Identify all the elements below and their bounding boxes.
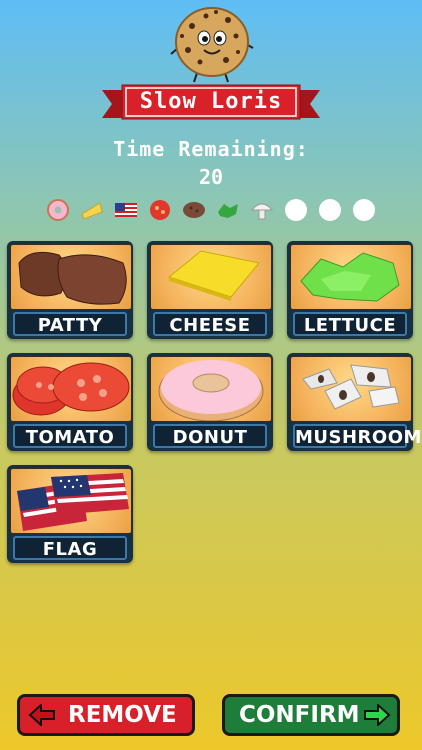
ingredient-card-flag[interactable]: FLAG <box>7 465 133 563</box>
ingredient-card-mushroom[interactable]: MUSHROOM <box>287 353 421 451</box>
ingredient-label: LETTUCE <box>293 312 407 336</box>
ingredient-label: TOMATO <box>13 424 127 448</box>
lettuce-image <box>290 244 412 310</box>
patty-icon <box>182 198 206 222</box>
empty-slot <box>319 199 341 221</box>
donut-image <box>150 356 272 422</box>
ingredient-label: DONUT <box>153 424 267 448</box>
donut-icon <box>46 198 70 222</box>
ingredient-label: FLAG <box>13 536 127 560</box>
cookie-mascot-icon <box>170 4 254 86</box>
ingredient-card-patty[interactable]: PATTY <box>7 241 133 339</box>
ingredient-card-donut[interactable]: DONUT <box>147 353 273 451</box>
ingredient-label: CHEESE <box>153 312 267 336</box>
timer-value: 20 <box>198 165 224 189</box>
empty-slot <box>285 199 307 221</box>
ingredient-label: MUSHROOM <box>293 424 421 448</box>
tomato-icon <box>148 198 172 222</box>
mushroom-image <box>290 356 412 422</box>
cheese-image <box>150 244 272 310</box>
confirm-label: CONFIRM <box>239 702 360 728</box>
arrow-right-icon <box>364 704 391 726</box>
player-name-banner: Slow Loris <box>102 84 320 122</box>
player-name: Slow Loris <box>139 89 283 114</box>
patty-image <box>10 244 132 310</box>
remove-button[interactable]: REMOVE <box>17 694 195 736</box>
arrow-left-icon <box>28 704 55 726</box>
ingredient-card-tomato[interactable]: TOMATO <box>7 353 133 451</box>
flag-image <box>10 468 132 534</box>
order-slots <box>46 198 376 224</box>
cheese-icon <box>80 198 104 222</box>
confirm-button[interactable]: CONFIRM <box>222 694 400 736</box>
timer-label: Time Remaining: <box>113 137 309 161</box>
lettuce-icon <box>216 198 240 222</box>
remove-label: REMOVE <box>68 702 177 728</box>
ingredient-card-cheese[interactable]: CHEESE <box>147 241 273 339</box>
ingredient-card-lettuce[interactable]: LETTUCE <box>287 241 413 339</box>
tomato-image <box>10 356 132 422</box>
flag-icon <box>114 198 138 222</box>
ingredient-label: PATTY <box>13 312 127 336</box>
mushroom-icon <box>250 198 274 222</box>
empty-slot <box>353 199 375 221</box>
